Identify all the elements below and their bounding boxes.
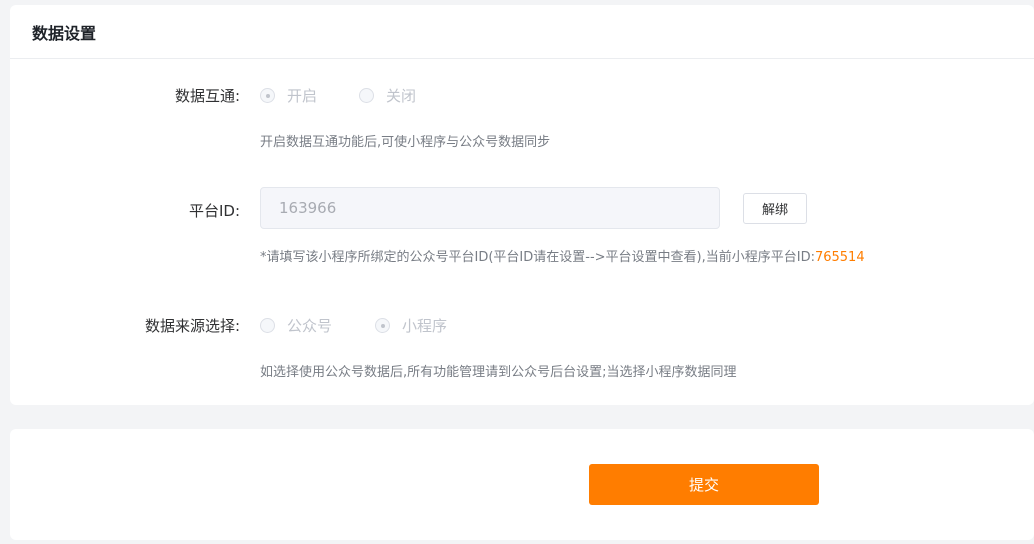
option-label: 小程序 — [402, 317, 448, 335]
data-source-option-mini-program[interactable]: 小程序 — [375, 315, 447, 336]
data-source-option-official-account[interactable]: 公众号 — [260, 315, 332, 336]
data-settings-card: 数据设置 数据互通: 开启 关闭 开启数据互通功能后,可使小程序与公众号数据同步… — [10, 5, 1034, 405]
radio-checked-icon — [375, 318, 390, 333]
card-title: 数据设置 — [32, 23, 97, 43]
data-source-label: 数据来源选择: — [144, 317, 240, 335]
platform-id-hint-text: *请填写该小程序所绑定的公众号平台ID(平台ID请在设置-->平台设置中查看),… — [260, 250, 815, 265]
footer-card: 提交 — [10, 429, 1034, 540]
platform-id-input[interactable]: 163966 — [260, 187, 720, 229]
submit-button[interactable]: 提交 — [589, 464, 819, 505]
radio-unchecked-icon — [260, 318, 275, 333]
radio-checked-icon — [260, 88, 275, 103]
current-platform-id: 765514 — [814, 250, 865, 265]
data-sync-hint: 开启数据互通功能后,可使小程序与公众号数据同步 — [260, 135, 551, 150]
option-label: 公众号 — [287, 317, 333, 335]
unbind-button[interactable]: 解绑 — [743, 193, 807, 224]
data-sync-label: 数据互通: — [174, 87, 240, 105]
data-source-hint: 如选择使用公众号数据后,所有功能管理请到公众号后台设置;当选择小程序数据同理 — [260, 365, 737, 380]
option-label: 关闭 — [386, 87, 417, 105]
platform-id-hint: *请填写该小程序所绑定的公众号平台ID(平台ID请在设置-->平台设置中查看),… — [260, 246, 865, 265]
data-sync-option-off[interactable]: 关闭 — [359, 85, 416, 106]
radio-unchecked-icon — [359, 88, 374, 103]
card-header: 数据设置 — [10, 5, 1034, 59]
platform-id-value: 163966 — [279, 199, 337, 217]
data-sync-option-on[interactable]: 开启 — [260, 85, 317, 106]
platform-id-label: 平台ID: — [188, 202, 240, 220]
option-label: 开启 — [287, 87, 318, 105]
